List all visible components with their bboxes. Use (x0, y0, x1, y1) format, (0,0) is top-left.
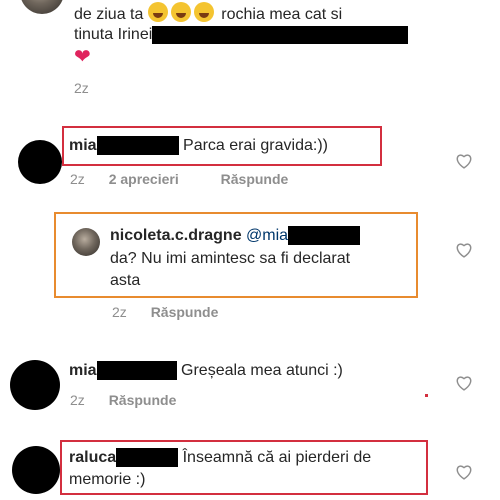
comment-text: nicoleta.c.dragne @mia (110, 225, 361, 247)
stray-mark (425, 394, 428, 397)
redaction-bar (116, 448, 179, 468)
comment-body: Greșeala mea atunci :) (181, 362, 343, 379)
comment-text-part: rochia mea cat si (221, 6, 343, 23)
heart-outline-icon[interactable] (455, 242, 473, 258)
username[interactable]: raluca (69, 449, 116, 466)
comment-text-part: de ziua ta (74, 6, 144, 23)
comment-text: ❤ (74, 46, 91, 70)
laughing-emoji-icon (147, 2, 168, 22)
reply-button[interactable]: Răspunde (221, 171, 289, 187)
comment-body: memorie :) (69, 471, 146, 488)
timestamp: 2z (112, 304, 127, 320)
timestamp: 2z (74, 80, 89, 96)
laughing-emoji-icon (193, 2, 214, 22)
heart-outline-icon[interactable] (455, 375, 473, 391)
timestamp: 2z (70, 392, 85, 408)
laughing-emoji-icon (170, 2, 191, 22)
reply-button[interactable]: Răspunde (109, 392, 177, 408)
comment-text: mia Greșeala mea atunci :) (69, 360, 343, 382)
comment-text: mia Parca erai gravida:)) (69, 135, 328, 157)
comment-meta: 2z (74, 80, 109, 96)
comment-text: de ziua ta rochia mea cat si (74, 2, 342, 26)
comment-meta: 2z Răspunde (70, 392, 176, 408)
avatar[interactable] (12, 446, 60, 494)
comment-text: asta (110, 270, 140, 292)
mention-link[interactable]: @mia (246, 227, 288, 244)
redaction-bar (96, 361, 177, 381)
timestamp: 2z (70, 171, 85, 187)
comment-meta: 2z Răspunde (112, 304, 218, 320)
comment-body: da? Nu imi amintesc sa fi declarat (110, 250, 351, 267)
likes-count[interactable]: 2 aprecieri (109, 171, 179, 187)
heart-outline-icon[interactable] (455, 464, 473, 480)
comment-text: memorie :) (69, 469, 145, 491)
comment-body: Înseamnă că ai pierderi de (182, 449, 372, 466)
comment-body: asta (110, 272, 141, 289)
username[interactable]: mia (69, 137, 97, 154)
comment-body: Parca erai gravida:)) (183, 137, 328, 154)
reply-button[interactable]: Răspunde (151, 304, 219, 320)
redaction-bar (288, 226, 361, 246)
comment-text: tinuta Irinei (74, 24, 409, 46)
avatar[interactable] (10, 360, 60, 410)
comment-meta: 2z 2 aprecieri Răspunde (70, 171, 288, 187)
redaction-bar (152, 25, 409, 44)
heart-outline-icon[interactable] (455, 153, 473, 169)
red-heart-icon: ❤ (74, 46, 91, 68)
avatar[interactable] (72, 228, 100, 256)
username[interactable]: nicoleta.c.dragne (110, 227, 242, 244)
comment-text: da? Nu imi amintesc sa fi declarat (110, 248, 350, 270)
comment-text: raluca Înseamnă că ai pierderi de (69, 447, 371, 469)
comment-text-part: tinuta Irinei (74, 26, 153, 43)
username[interactable]: mia (69, 362, 97, 379)
avatar[interactable] (18, 140, 62, 184)
redaction-bar (96, 136, 179, 156)
avatar[interactable] (20, 0, 64, 14)
